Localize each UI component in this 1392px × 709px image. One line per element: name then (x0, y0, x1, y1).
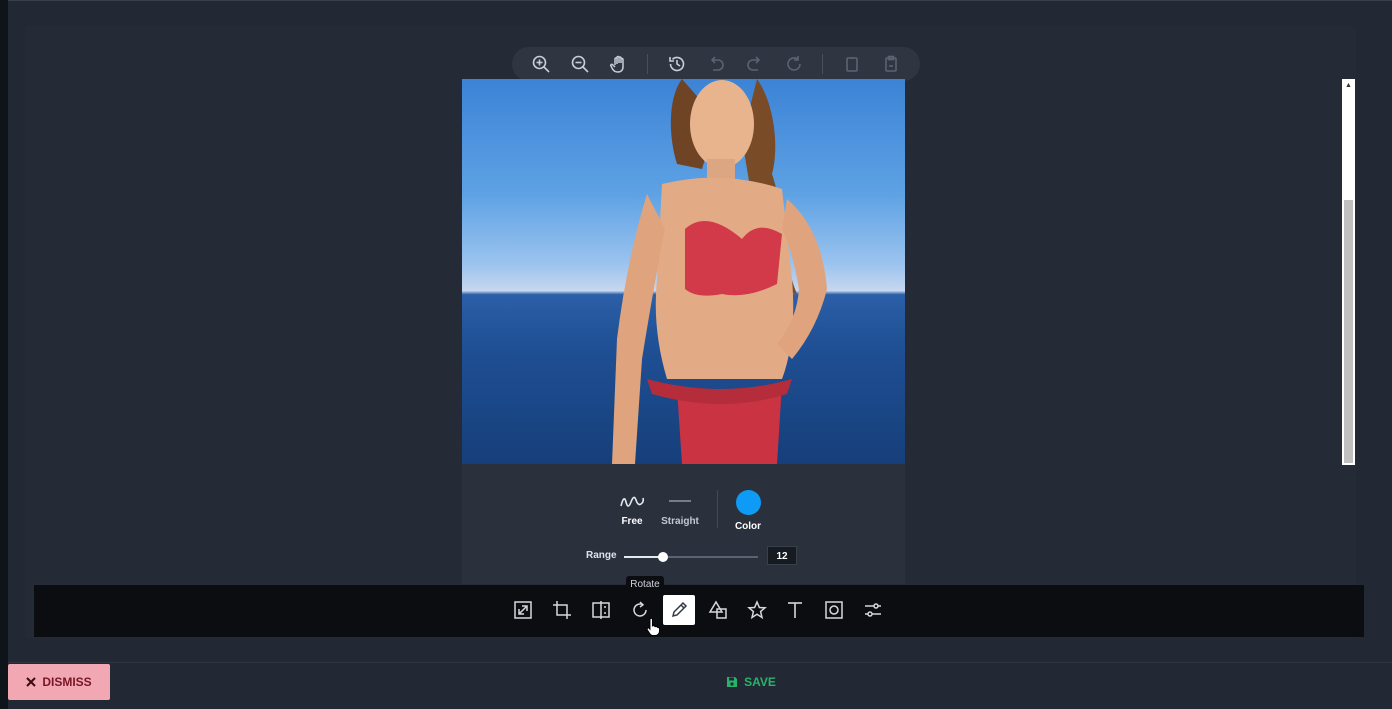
toolbar-separator (647, 54, 648, 74)
flip-tool-button[interactable] (585, 595, 617, 625)
redo-icon (746, 56, 760, 71)
reset-button[interactable] (777, 50, 810, 78)
reset-icon (786, 56, 801, 71)
undo-icon (710, 56, 724, 71)
range-value-input[interactable]: 12 (767, 546, 797, 565)
scrollbar-thumb[interactable] (1344, 200, 1353, 463)
zoom-out-button[interactable] (563, 50, 596, 78)
bottom-toolbar (34, 585, 1364, 637)
paste-icon (884, 55, 897, 72)
star-icon (747, 600, 767, 620)
resize-tool-button[interactable] (507, 595, 539, 625)
pointer-hand-cursor-icon (646, 618, 660, 636)
resize-icon (514, 601, 532, 619)
crop-tool-button[interactable] (546, 595, 578, 625)
dismiss-label: DISMISS (42, 675, 92, 689)
zoom-in-button[interactable] (524, 50, 557, 78)
stroke-free-label: Free (621, 516, 643, 527)
stroke-straight-label: Straight (661, 516, 699, 527)
save-button[interactable]: SAVE (716, 670, 786, 694)
copy-button[interactable] (835, 50, 868, 78)
history-icon (668, 56, 684, 72)
icon-tool-button[interactable] (741, 595, 773, 625)
close-icon (26, 677, 37, 687)
range-slider[interactable] (624, 552, 758, 562)
save-label: SAVE (744, 675, 776, 689)
footer-divider (8, 662, 1392, 663)
stroke-straight-option[interactable]: Straight (650, 492, 710, 527)
range-label: Range (586, 550, 617, 561)
pencil-icon (671, 601, 688, 618)
zoom-in-icon (532, 55, 550, 73)
mask-tool-button[interactable] (818, 595, 850, 625)
floppy-disk-icon (727, 677, 738, 687)
image-editor: Free Straight Color Range 12 ▲ (26, 26, 1356, 638)
text-icon (788, 602, 802, 618)
scroll-up-arrow-icon[interactable]: ▲ (1342, 81, 1355, 91)
history-button[interactable] (660, 50, 693, 78)
color-label: Color (734, 521, 762, 532)
paste-button[interactable] (874, 50, 907, 78)
color-option[interactable]: Color (718, 490, 778, 532)
straight-line-icon (669, 500, 691, 502)
hand-icon (609, 55, 624, 73)
pan-button[interactable] (602, 50, 635, 78)
shape-icon (708, 600, 727, 619)
redo-button[interactable] (738, 50, 771, 78)
top-toolbar (512, 47, 920, 81)
flip-icon (592, 601, 610, 619)
copy-icon (845, 57, 858, 72)
filter-tool-button[interactable] (857, 595, 889, 625)
freehand-icon (620, 496, 645, 507)
text-tool-button[interactable] (779, 595, 811, 625)
edited-photo[interactable] (462, 79, 905, 464)
crop-icon (553, 601, 571, 619)
dismiss-button[interactable]: DISMISS (8, 664, 110, 700)
draw-options-panel: Free Straight Color Range 12 (462, 464, 905, 584)
rotate-icon (633, 601, 647, 617)
color-swatch (735, 490, 761, 515)
vertical-scrollbar[interactable]: ▲ (1342, 79, 1355, 465)
range-slider-thumb[interactable] (657, 552, 668, 562)
sliders-icon (865, 603, 881, 617)
toolbar-separator (822, 54, 823, 74)
rotate-tooltip: Rotate (626, 576, 664, 594)
mask-icon (825, 601, 843, 619)
zoom-out-icon (571, 55, 589, 73)
shape-tool-button[interactable] (702, 595, 734, 625)
undo-button[interactable] (699, 50, 732, 78)
photo-subject (612, 79, 827, 464)
draw-tool-button[interactable] (663, 595, 695, 625)
